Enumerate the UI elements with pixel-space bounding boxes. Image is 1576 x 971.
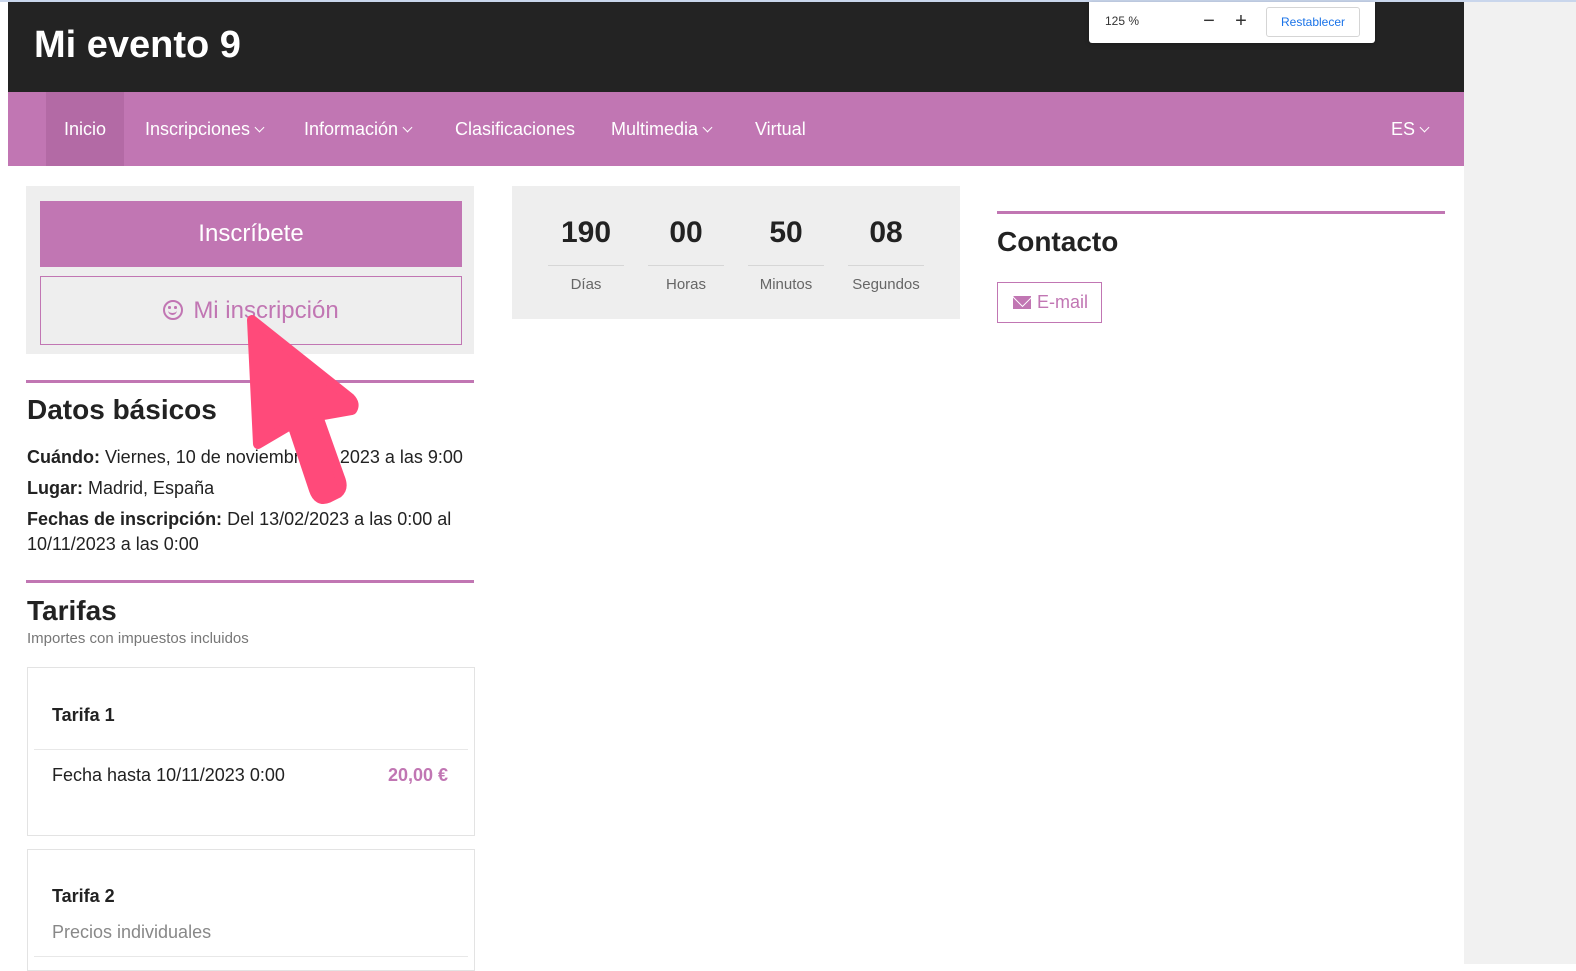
nav-label-clasificaciones: Clasificaciones [455,119,576,139]
dates-label: Fechas de inscripción: [27,509,223,529]
zoom-reset-button[interactable]: Restablecer [1266,7,1360,37]
nav-label-multimedia: Multimedia [611,119,699,139]
language-label: ES [1391,119,1416,139]
countdown-label: Horas [665,276,706,293]
section-divider [997,211,1445,214]
tariff-separator [34,956,468,957]
countdown-hours: 00 Horas [648,186,724,319]
tariff-note: Precios individuales [52,922,212,942]
zoom-level: 125 % [1105,14,1140,28]
nav-item-inicio[interactable]: Inicio [46,92,125,166]
section-divider [26,580,474,583]
contact-title: Contacto [997,226,1119,257]
nav-label-informacion: Información [304,119,399,139]
countdown-seconds: 08 Segundos [848,186,924,319]
nav-item-informacion[interactable]: Información [304,92,413,166]
countdown-days: 190 Días [548,186,624,319]
basics-title: Datos básicos [27,394,217,425]
smiley-icon [163,300,184,320]
main-nav: Inicio Inscripciones Información Clasifi… [8,92,1464,166]
countdown-label: Segundos [852,276,920,293]
tariff-separator [34,749,468,750]
countdown-value: 190 [560,216,612,249]
chevron-down-icon [402,122,413,133]
nav-item-multimedia[interactable]: Multimedia [611,92,713,166]
countdown-separator [848,265,924,266]
page-right-gutter [1464,2,1576,964]
site-title: Mi evento 9 [34,24,241,66]
nav-item-clasificaciones[interactable]: Clasificaciones [455,92,575,166]
language-selector[interactable]: ES [1391,92,1430,166]
countdown-minutes: 50 Minutos [748,186,824,319]
tariff-price: 20,00 € [387,765,448,785]
nav-label-inicio: Inicio [64,119,107,139]
nav-item-virtual[interactable]: Virtual [755,92,806,166]
countdown-label: Minutos [759,276,813,293]
tariff-name: Tarifa 2 [52,886,115,906]
tariff-card: Tarifa 1 Fecha hasta 10/11/2023 0:00 20,… [27,667,475,836]
tariffs-title: Tarifas [27,595,117,626]
where-label: Lugar: [27,478,83,498]
countdown-separator [548,265,624,266]
countdown-panel: 190 Días 00 Horas 50 Minutos 08 Segundos [512,186,960,319]
tariff-card: Tarifa 2 Precios individuales [27,849,475,971]
email-button[interactable]: E-mail [997,282,1102,323]
countdown-separator [648,265,724,266]
nav-label-virtual: Virtual [755,119,806,139]
tariffs-subtitle: Importes con impuestos incluidos [27,630,249,647]
chevron-down-icon [702,122,713,133]
nav-item-inscripciones[interactable]: Inscripciones [145,92,265,166]
nav-label-inscripciones: Inscripciones [145,119,251,139]
countdown-separator [748,265,824,266]
tariff-date: Fecha hasta 10/11/2023 0:00 [52,765,285,785]
browser-zoom-popup: 125 % − + Restablecer [1089,2,1375,43]
pointer-arrow-icon [247,315,359,504]
tariff-name: Tarifa 1 [52,705,115,725]
chevron-down-icon [1419,122,1430,133]
countdown-value: 50 [769,216,803,249]
zoom-out-button[interactable]: − [1197,9,1221,33]
where-value: Madrid, España [88,478,215,498]
event-page: Mi evento 9 Inicio Inscripciones Informa… [8,2,1464,971]
info-registration-dates: Fechas de inscripción: Del 13/02/2023 a … [27,507,467,557]
envelope-icon [1013,296,1031,309]
countdown-value: 00 [669,216,703,249]
countdown-label: Días [570,276,602,293]
zoom-in-button[interactable]: + [1229,9,1253,33]
email-label: E-mail [1037,292,1089,312]
chevron-down-icon [254,122,265,133]
countdown-value: 08 [869,216,903,249]
register-button[interactable]: Inscríbete [40,201,462,267]
when-label: Cuándo: [27,447,100,467]
